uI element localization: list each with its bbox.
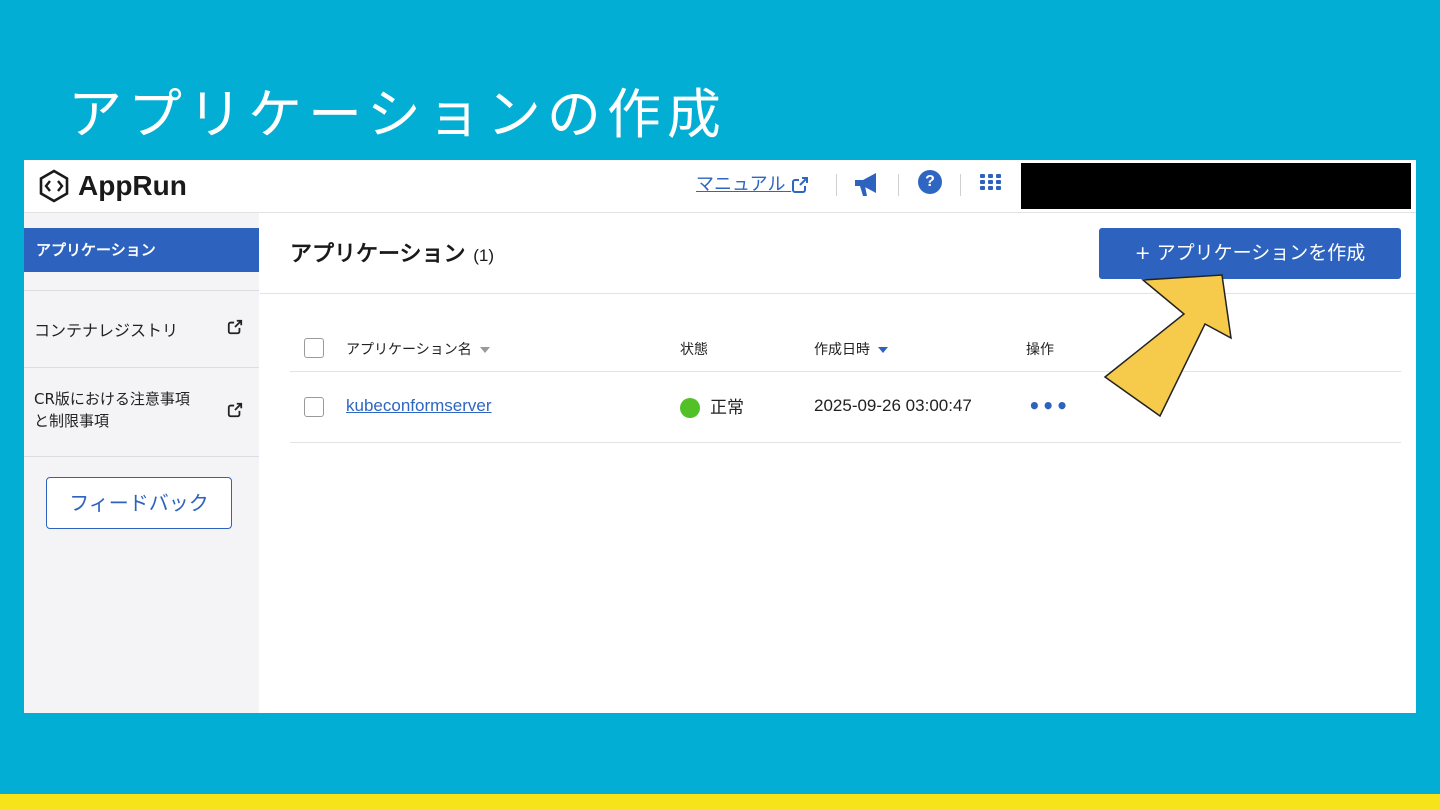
status-dot-icon — [680, 398, 700, 418]
column-header-name[interactable]: アプリケーション名 — [346, 339, 490, 359]
sort-down-icon — [878, 347, 888, 353]
application-link[interactable]: kubeconformserver — [346, 396, 492, 415]
redacted-account-area — [1021, 163, 1411, 209]
divider — [960, 174, 961, 196]
megaphone-icon[interactable] — [852, 171, 882, 199]
external-link-icon — [792, 177, 809, 193]
apps-grid-icon[interactable] — [980, 174, 1002, 190]
divider — [898, 174, 899, 196]
sidebar: アプリケーション コンテナレジストリ CR版における注意事項 と制限事項 フィー… — [24, 213, 259, 713]
sidebar-divider — [24, 367, 259, 368]
column-header-actions: 操作 — [1026, 342, 1054, 358]
sidebar-item-cr-notes[interactable]: CR版における注意事項 と制限事項 — [24, 388, 259, 432]
column-header-created[interactable]: 作成日時 — [814, 339, 888, 359]
bottom-accent-bar — [0, 794, 1440, 810]
sidebar-item-label: CR版における注意事項 — [34, 390, 190, 408]
top-bar: AppRun マニュアル ? — [24, 160, 1416, 213]
row-checkbox[interactable] — [304, 397, 324, 417]
status-label: 正常 — [710, 398, 744, 418]
select-all-checkbox[interactable] — [304, 338, 324, 358]
application-count: (1) — [473, 246, 495, 265]
sidebar-item-applications[interactable]: アプリケーション — [24, 228, 259, 272]
page-title: アプリケーション (1) — [290, 236, 494, 268]
manual-link-label: マニュアル — [696, 174, 786, 195]
logo-text: AppRun — [78, 170, 187, 201]
table-cell-name[interactable]: kubeconformserver — [346, 396, 492, 416]
table-cell-created: 2025-09-26 03:00:47 — [814, 396, 972, 415]
row-actions-menu[interactable]: ••• — [1028, 394, 1069, 418]
apprun-logo-icon — [39, 169, 69, 203]
sidebar-item-label: コンテナレジストリ — [34, 321, 179, 340]
arrow-annotation — [1103, 274, 1232, 418]
sidebar-item-container-registry[interactable]: コンテナレジストリ — [24, 317, 259, 341]
page-title-text: アプリケーション — [290, 242, 466, 267]
app-window: AppRun マニュアル ? アプリケーション コンテナレジストリ CR版におけ… — [24, 160, 1416, 713]
sort-down-icon — [479, 347, 490, 353]
slide-title: アプリケーションの作成 — [68, 83, 727, 146]
sidebar-item-label: と制限事項 — [34, 412, 110, 430]
external-link-icon — [227, 319, 243, 335]
help-icon[interactable]: ? — [918, 170, 942, 194]
table-cell-status: 正常 — [680, 393, 744, 418]
divider — [836, 174, 837, 196]
column-header-status: 状態 — [680, 342, 708, 358]
sidebar-divider — [24, 290, 259, 291]
feedback-button[interactable]: フィードバック — [46, 477, 232, 529]
table-row-divider — [290, 442, 1401, 443]
logo[interactable]: AppRun — [36, 168, 187, 204]
sidebar-divider — [24, 456, 259, 457]
external-link-icon — [227, 402, 243, 418]
manual-link[interactable]: マニュアル — [696, 170, 809, 196]
